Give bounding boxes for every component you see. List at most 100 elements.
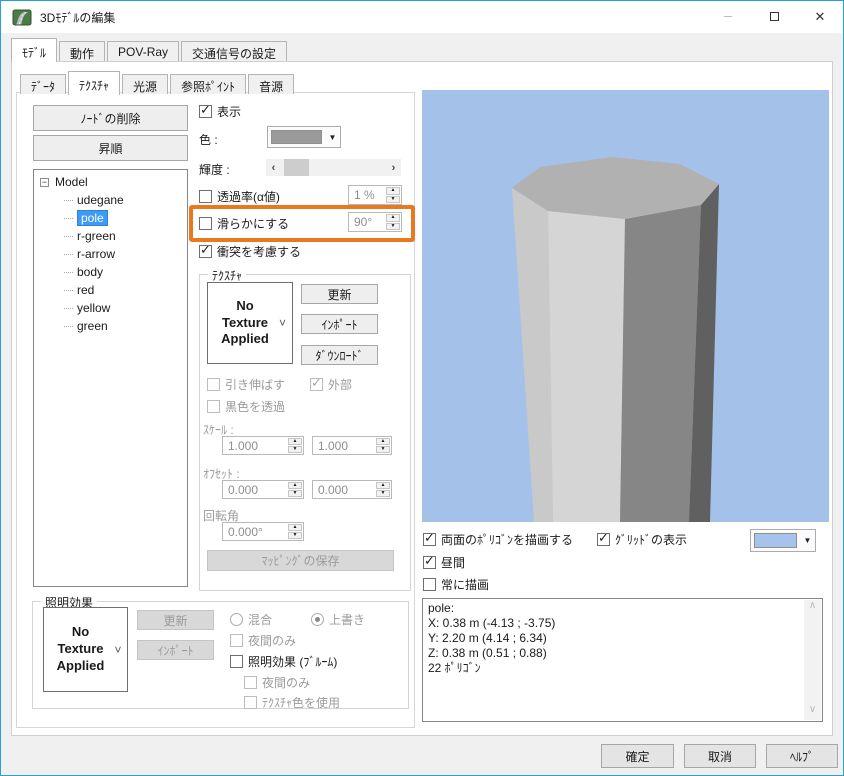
check-icon: ✓ xyxy=(200,101,211,117)
tab-ref-point[interactable]: 参照ﾎﾟｲﾝﾄ xyxy=(170,74,247,94)
show-checkbox[interactable]: ✓ 表示 xyxy=(199,101,241,119)
lighting-texture-dropdown[interactable]: No Texture Applied ˅ xyxy=(43,607,128,692)
spin-down-icon[interactable]: ▼ xyxy=(386,222,400,230)
scroll-right-icon[interactable]: › xyxy=(386,162,401,174)
chevron-down-icon: ˅ xyxy=(278,316,286,330)
texture-update-button[interactable]: 更新 xyxy=(301,284,378,304)
daytime-checkbox[interactable]: ✓ 昼間 xyxy=(423,553,465,570)
texture-import-button[interactable]: ｲﾝﾎﾟｰﾄ xyxy=(301,314,378,334)
tree-item[interactable]: r-arrow xyxy=(36,245,185,263)
background-color-swatch xyxy=(754,533,797,548)
blend-radio: 混合 xyxy=(230,611,272,627)
scrollbar-thumb[interactable] xyxy=(284,159,309,176)
tab-traffic-signal[interactable]: 交通信号の設定 xyxy=(181,41,288,61)
check-icon: ✓ xyxy=(311,374,322,390)
tab-sound[interactable]: 音源 xyxy=(248,74,295,94)
save-mapping-button: ﾏｯﾋﾟﾝｸﾞの保存 xyxy=(207,550,394,571)
smooth-angle-spinner[interactable]: 90° ▲ ▼ xyxy=(348,212,402,232)
offset-x-spinner[interactable]: 0.000 ▲ ▼ xyxy=(222,480,304,499)
smooth-checkbox[interactable]: 滑らかにする xyxy=(199,215,289,231)
overwrite-radio: 上書き xyxy=(311,611,365,627)
spin-up-icon[interactable]: ▲ xyxy=(386,187,400,195)
pole-facet-front xyxy=(548,211,625,522)
info-scrollbar[interactable]: ∧ ∨ xyxy=(804,600,821,720)
tree-item[interactable]: r-green xyxy=(36,227,185,245)
model-tab-page: ﾃﾞｰﾀ ﾃｸｽﾁｬ 光源 参照ﾎﾟｲﾝﾄ 音源 ﾉｰﾄﾞの削除 昇順 − Mo… xyxy=(11,61,833,736)
both-faces-checkbox[interactable]: ✓ 両面のﾎﾟﾘｺﾞﾝを描画する xyxy=(423,530,573,547)
tree-item[interactable]: green xyxy=(36,317,185,335)
spin-up-icon[interactable]: ▲ xyxy=(386,214,400,222)
ascending-button[interactable]: 昇順 xyxy=(33,135,188,161)
spin-down-icon[interactable]: ▼ xyxy=(386,195,400,203)
tree-item-selected[interactable]: pole xyxy=(36,209,185,227)
tree-root-label[interactable]: Model xyxy=(55,175,88,189)
scroll-down-icon[interactable]: ∨ xyxy=(804,704,821,720)
title-bar[interactable]: 3Dﾓﾃﾞﾙの編集 ─ ✕ xyxy=(1,1,843,33)
maximize-button[interactable] xyxy=(751,1,797,32)
model-info-box[interactable]: pole: X: 0.38 m (-4.13 ; -3.75) Y: 2.20 … xyxy=(422,598,823,722)
rotation-spinner[interactable]: 0.000° ▲ ▼ xyxy=(222,522,304,541)
window-title: 3Dﾓﾃﾞﾙの編集 xyxy=(40,10,116,25)
brightness-label: 輝度 : xyxy=(199,163,230,177)
color-swatch xyxy=(271,130,322,144)
delete-node-button[interactable]: ﾉｰﾄﾞの削除 xyxy=(33,105,188,131)
tab-light[interactable]: 光源 xyxy=(122,74,169,94)
lighting-group: 照明効果 No Texture Applied ˅ 更新 ｲﾝﾎﾟｰﾄ 混合 上… xyxy=(32,594,409,710)
texture-group: ﾃｸｽﾁｬ No Texture Applied ˅ 更新 ｲﾝﾎﾟｰﾄ ﾀﾞｳ… xyxy=(199,267,411,591)
help-button[interactable]: ﾍﾙﾌﾟ xyxy=(766,744,838,768)
offset-y-spinner[interactable]: 0.000 ▲ ▼ xyxy=(312,480,392,499)
grid-checkbox[interactable]: ✓ ｸﾞﾘｯﾄﾞの表示 xyxy=(597,530,687,547)
no-texture-text: No Texture Applied xyxy=(221,297,269,347)
scale-y-spinner[interactable]: 1.000 ▲ ▼ xyxy=(312,436,392,455)
use-texture-color-checkbox: ﾃｸｽﾁｬ色を使用 xyxy=(244,694,340,710)
scroll-up-icon[interactable]: ∧ xyxy=(804,600,821,616)
tree-item[interactable]: red xyxy=(36,281,185,299)
dialog-window: 3Dﾓﾃﾞﾙの編集 ─ ✕ ﾓﾃﾞﾙ 動作 POV-Ray 交通信号の設定 ﾃﾞ… xyxy=(0,0,844,776)
tree-item[interactable]: udegane xyxy=(36,191,185,209)
tree-item[interactable]: yellow xyxy=(36,299,185,317)
tab-povray[interactable]: POV-Ray xyxy=(107,41,180,61)
black-transparent-checkbox: 黒色を透過 xyxy=(207,398,285,414)
stretch-checkbox: 引き伸ばす xyxy=(207,376,285,392)
texture-download-button[interactable]: ﾀﾞｳﾝﾛｰﾄﾞ xyxy=(301,345,378,365)
texture-tab-page: ﾉｰﾄﾞの削除 昇順 − Model udegane pole r-green … xyxy=(16,92,415,728)
pole-facet-right xyxy=(620,205,701,522)
lighting-import-button: ｲﾝﾎﾟｰﾄ xyxy=(137,640,214,660)
background-color-dropdown[interactable]: ▼ xyxy=(750,529,816,552)
close-button[interactable]: ✕ xyxy=(797,1,843,32)
scroll-left-icon[interactable]: ‹ xyxy=(266,162,281,174)
tab-texture[interactable]: ﾃｸｽﾁｬ xyxy=(68,71,121,95)
sub-tab-bar: ﾃﾞｰﾀ ﾃｸｽﾁｬ 光源 参照ﾎﾟｲﾝﾄ 音源 xyxy=(20,71,296,95)
minimize-button[interactable]: ─ xyxy=(705,1,751,32)
node-tree[interactable]: − Model udegane pole r-green r-arrow bod… xyxy=(33,169,188,587)
collision-checkbox[interactable]: ✓ 衝突を考慮する xyxy=(199,242,301,259)
bloom-checkbox[interactable]: 照明効果 (ﾌﾞﾙｰﾑ) xyxy=(230,653,337,669)
scale-x-spinner[interactable]: 1.000 ▲ ▼ xyxy=(222,436,304,455)
chevron-down-icon: ˅ xyxy=(114,642,122,657)
dropdown-arrow-icon[interactable]: ▼ xyxy=(800,530,815,551)
confirm-button[interactable]: 確定 xyxy=(601,744,674,768)
main-tab-bar: ﾓﾃﾞﾙ 動作 POV-Ray 交通信号の設定 xyxy=(11,38,289,62)
alpha-spinner[interactable]: 1 % ▲ ▼ xyxy=(348,185,402,205)
tree-item[interactable]: body xyxy=(36,263,185,281)
collapse-icon[interactable]: − xyxy=(40,177,49,187)
app-icon xyxy=(12,9,32,26)
always-draw-checkbox[interactable]: 常に描画 xyxy=(423,576,489,592)
lighting-update-button: 更新 xyxy=(137,610,214,630)
cancel-button[interactable]: 取消 xyxy=(684,744,756,768)
tab-data[interactable]: ﾃﾞｰﾀ xyxy=(20,74,67,94)
model-info-text: pole: X: 0.38 m (-4.13 ; -3.75) Y: 2.20 … xyxy=(428,601,556,675)
model-3d-viewport[interactable] xyxy=(422,90,829,522)
alpha-checkbox[interactable]: 透過率(α値) xyxy=(199,188,280,204)
dropdown-arrow-icon[interactable]: ▼ xyxy=(325,127,340,147)
tab-model[interactable]: ﾓﾃﾞﾙ xyxy=(11,38,58,62)
close-icon: ✕ xyxy=(814,8,826,24)
texture-preview-dropdown[interactable]: No Texture Applied ˅ xyxy=(207,282,293,364)
tree-root[interactable]: − Model xyxy=(36,173,185,191)
external-checkbox: ✓ 外部 xyxy=(310,374,353,392)
tab-motion[interactable]: 動作 xyxy=(59,41,106,61)
minimize-icon: ─ xyxy=(724,10,732,23)
no-texture-text: No Texture Applied xyxy=(56,624,105,673)
model-color-dropdown[interactable]: ▼ xyxy=(267,126,341,148)
brightness-scrollbar[interactable]: ‹ › xyxy=(266,159,401,176)
